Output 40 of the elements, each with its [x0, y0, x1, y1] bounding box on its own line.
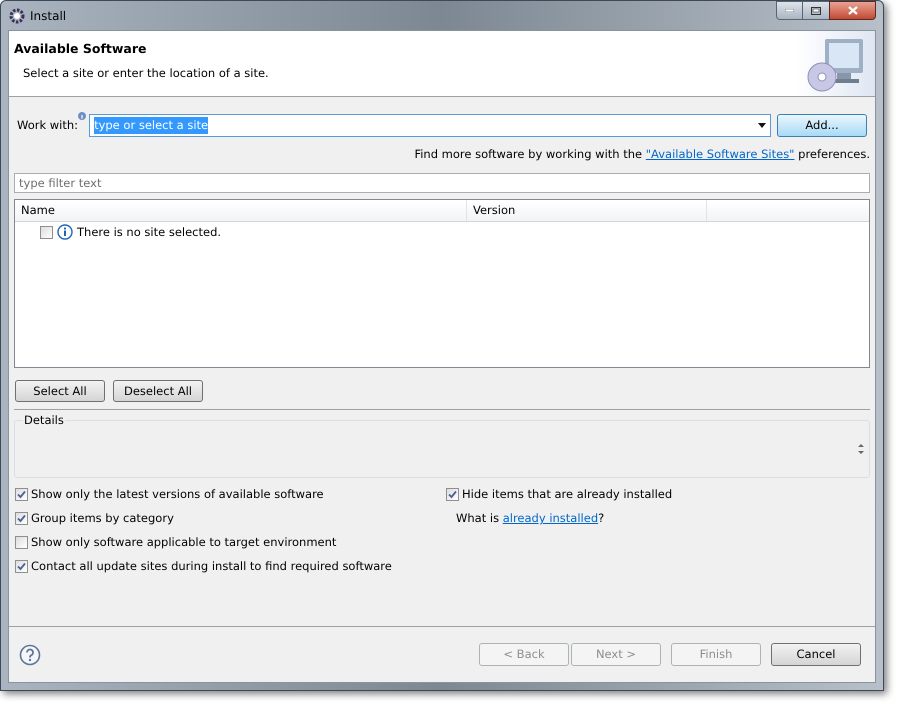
info-icon [78, 112, 86, 120]
info-icon [57, 224, 73, 240]
checkbox[interactable] [15, 488, 28, 501]
option-label: Contact all update sites during install to find required software [31, 558, 392, 575]
window-title: Install [30, 8, 66, 24]
installed-note: What is already installed? [456, 510, 606, 528]
page-title: Available Software [14, 40, 148, 58]
checkbox[interactable] [446, 488, 459, 501]
minimize-icon [785, 9, 794, 12]
option-label: Group items by category [31, 510, 174, 527]
add-button[interactable]: Add... [777, 114, 867, 137]
maximize-icon [811, 6, 821, 14]
checkbox[interactable] [40, 226, 53, 239]
column-header[interactable]: Version [467, 200, 707, 222]
minimize-button[interactable] [776, 1, 803, 20]
work-with-label: Work with: [17, 116, 78, 134]
wizard-button[interactable]: Cancel [771, 643, 861, 666]
site-value: type or select a site [94, 116, 208, 134]
table-cell: There is no site selected. [77, 224, 222, 241]
checkbox[interactable] [15, 560, 28, 573]
action-button[interactable]: Deselect All [113, 380, 203, 402]
app-icon [9, 8, 25, 24]
option-label: Hide items that are already installed [462, 486, 672, 503]
link[interactable]: already installed [502, 511, 598, 526]
help-icon[interactable] [19, 644, 41, 666]
checkbox[interactable] [15, 536, 28, 549]
maximize-button[interactable] [803, 1, 829, 20]
close-icon [848, 6, 858, 15]
column-header[interactable]: Name [15, 200, 467, 222]
action-button[interactable]: Select All [15, 380, 105, 402]
link[interactable]: "Available Software Sites" [646, 147, 794, 161]
checkbox[interactable] [15, 512, 28, 525]
option-label: Show only software applicable to target environment [31, 534, 336, 551]
filter-field[interactable]: type filter text [14, 173, 870, 194]
scroll-arrows-icon [858, 443, 864, 456]
page-subtitle: Select a site or enter the location of a site. [23, 64, 270, 82]
dropdown-arrow-icon [758, 123, 766, 128]
close-button[interactable] [829, 1, 876, 20]
option-label: Show only the latest versions of available software [31, 486, 324, 503]
sites-note: Find more software by working with the "Available Software Sites" preferences. [414, 146, 870, 163]
